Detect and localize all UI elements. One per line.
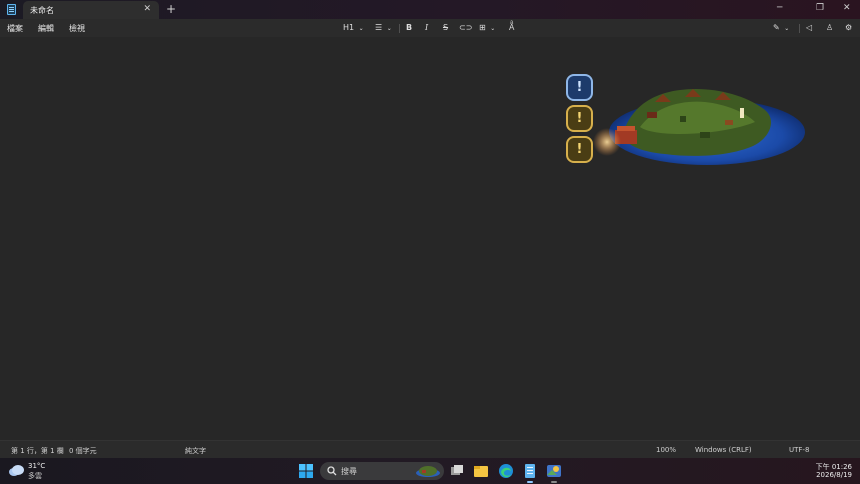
encoding[interactable]: UTF-8 [789, 446, 809, 454]
minimize-icon[interactable]: ─ [777, 3, 782, 13]
exclamation-icon: ! [576, 80, 583, 95]
tab-untitled[interactable]: 未命名 ✕ [23, 1, 159, 19]
cloud-weather-icon[interactable] [8, 464, 25, 476]
new-tab-button[interactable]: + [166, 3, 176, 15]
notification-icon[interactable]: ◁ [806, 22, 812, 34]
heading-label: H1 [343, 23, 355, 32]
line-ending[interactable]: Windows (CRLF) [695, 446, 752, 454]
list-dropdown[interactable]: ☰ ⌄ [375, 22, 392, 35]
chevron-down-icon: ⌄ [490, 25, 496, 32]
toolbar-divider [799, 24, 800, 33]
restore-icon[interactable]: ❐ [816, 3, 824, 13]
file-explorer-icon[interactable] [473, 463, 489, 479]
tab-close-icon[interactable]: ✕ [143, 4, 151, 14]
italic-button[interactable]: I [425, 22, 428, 34]
menu-file[interactable]: 檔案 [7, 23, 23, 34]
status-bar: 第 1 行，第 1 欄 0 個字元 純文字 100% Windows (CRLF… [0, 440, 860, 458]
chevron-down-icon: ⌄ [358, 25, 364, 32]
windows-start-icon[interactable] [298, 463, 314, 479]
title-bar: 未命名 ✕ + ─ ❐ ✕ [0, 0, 860, 19]
account-icon[interactable]: ♙ [826, 22, 833, 34]
search-icon [327, 466, 337, 476]
weather-temperature[interactable]: 31°C [28, 462, 45, 470]
menu-bar: 檔案 編輯 檢視 H1 ⌄ ☰ ⌄ B I S ⊂⊃ ⊞ ⌄ Aͣ ✎ ⌄ ◁ … [0, 19, 860, 37]
zoom-level[interactable]: 100% [656, 446, 676, 454]
chevron-down-icon: ⌄ [784, 25, 790, 32]
active-app-indicator [527, 481, 533, 483]
search-highlight-image-icon [416, 466, 440, 477]
heading-dropdown[interactable]: H1 ⌄ [343, 22, 364, 35]
tab-title: 未命名 [30, 6, 54, 15]
toolbar-divider [399, 24, 400, 33]
table-icon: ⊞ [479, 23, 486, 32]
task-view-icon[interactable] [449, 463, 465, 479]
notepad-app-icon [7, 4, 16, 15]
search-placeholder: 搜尋 [341, 467, 357, 476]
clear-formatting-icon[interactable]: Aͣ [509, 22, 514, 34]
menu-view[interactable]: 檢視 [69, 23, 85, 34]
format-mode[interactable]: 純文字 [185, 446, 206, 456]
character-count: 0 個字元 [69, 447, 97, 455]
link-icon[interactable]: ⊂⊃ [459, 22, 472, 34]
table-dropdown[interactable]: ⊞ ⌄ [479, 22, 495, 35]
close-window-icon[interactable]: ✕ [843, 3, 851, 13]
copilot-dropdown[interactable]: ✎ ⌄ [773, 22, 789, 35]
cursor-position: 第 1 行，第 1 欄 [11, 447, 64, 455]
taskbar-search-box[interactable]: 搜尋 [320, 462, 444, 480]
menu-edit[interactable]: 編輯 [38, 23, 54, 34]
island-illustration [593, 88, 805, 165]
taskbar: 31°C 多雲 搜尋 下午 01:26 2026/8/19 [0, 458, 860, 484]
edge-browser-icon[interactable] [498, 463, 514, 479]
chevron-down-icon: ⌄ [386, 25, 392, 32]
settings-gear-icon[interactable]: ⚙ [845, 22, 852, 34]
clock-date[interactable]: 2026/8/19 [816, 471, 852, 479]
photos-app-icon[interactable] [546, 463, 562, 479]
bold-button[interactable]: B [406, 22, 412, 34]
weather-description[interactable]: 多雲 [28, 471, 42, 481]
exclamation-icon: ! [576, 111, 583, 126]
list-icon: ☰ [375, 23, 383, 32]
running-app-indicator [551, 481, 557, 483]
sparkle-pen-icon: ✎ [773, 23, 780, 32]
strikethrough-button[interactable]: S [443, 22, 448, 34]
notepad-taskbar-icon[interactable] [522, 463, 538, 479]
exclamation-icon: ! [576, 142, 583, 157]
